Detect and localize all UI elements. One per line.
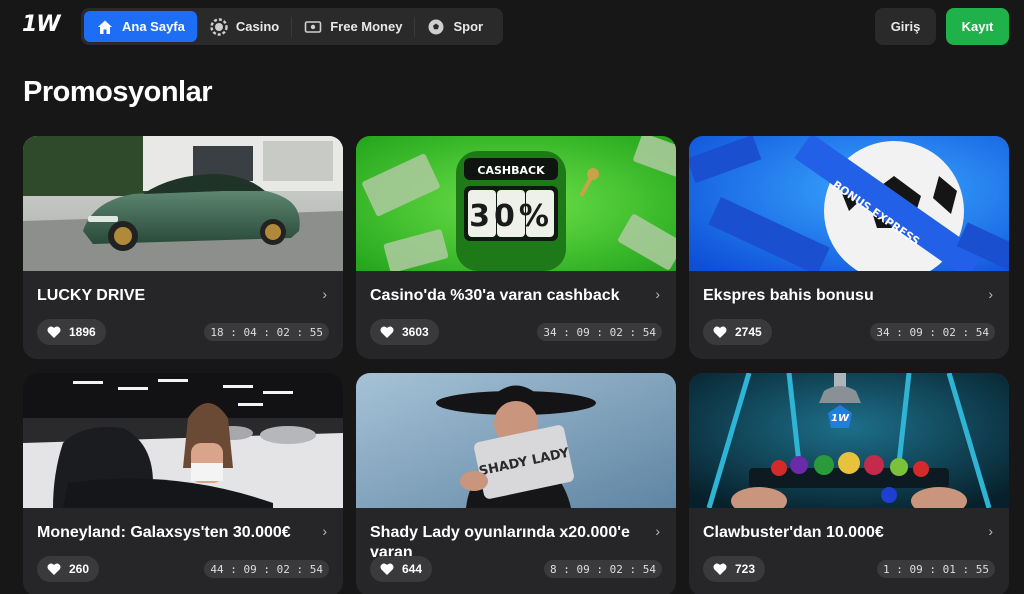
- cashback-label: CASHBACK: [477, 164, 545, 177]
- chevron-right-icon: ›: [322, 286, 327, 302]
- cashback-percent: 30%: [469, 199, 553, 234]
- promo-image-soccer-ball: BONUS EXPRESS: [689, 136, 1009, 271]
- home-icon: [96, 18, 114, 36]
- like-count: 723: [735, 562, 756, 576]
- like-button[interactable]: 1896: [37, 319, 106, 345]
- top-header: 1W Ana Sayfa Casino Free Money Spor Giri…: [0, 0, 1024, 52]
- promo-card-shady-lady[interactable]: SHADY LADY Shady Lady oyunlarında x20.00…: [356, 373, 676, 594]
- promo-image-cashback-slot: CASHBACK 30%: [356, 136, 676, 271]
- promo-card-express-bonus[interactable]: BONUS EXPRESS Ekspres bahis bonusu › 274…: [689, 136, 1009, 359]
- like-count: 2745: [735, 325, 762, 339]
- login-button[interactable]: Giriş: [875, 8, 936, 45]
- promo-card-clawbuster[interactable]: 1W Clawbuster'dan 10.000€ › 723 1 : 09 :…: [689, 373, 1009, 594]
- nav-item-home[interactable]: Ana Sayfa: [84, 11, 197, 42]
- countdown-timer: 34 : 09 : 02 : 54: [870, 323, 995, 341]
- like-button[interactable]: 723: [703, 556, 766, 582]
- like-button[interactable]: 2745: [703, 319, 772, 345]
- promo-card-cashback[interactable]: CASHBACK 30% Casino'da %30'a varan cashb…: [356, 136, 676, 359]
- promo-title: Clawbuster'dan 10.000€: [703, 524, 884, 541]
- promo-title: Casino'da %30'a varan cashback: [370, 287, 620, 304]
- promo-image-bumper-cars: [23, 373, 343, 508]
- promo-image-claw-machine: 1W: [689, 373, 1009, 508]
- chevron-right-icon: ›: [655, 523, 660, 539]
- promo-card-lucky-drive[interactable]: LUCKY DRIVE › 1896 18 : 04 : 02 : 55: [23, 136, 343, 359]
- chevron-right-icon: ›: [322, 523, 327, 539]
- countdown-timer: 44 : 09 : 02 : 54: [204, 560, 329, 578]
- main-nav: Ana Sayfa Casino Free Money Spor: [81, 8, 503, 45]
- promo-title: Moneyland: Galaxsys'ten 30.000€: [37, 524, 291, 541]
- nav-label-home: Ana Sayfa: [122, 19, 185, 34]
- chip-icon: [210, 17, 228, 36]
- money-icon: [304, 18, 322, 36]
- heart-icon: [47, 563, 61, 575]
- heart-icon: [713, 326, 727, 338]
- like-count: 644: [402, 562, 423, 576]
- countdown-timer: 8 : 09 : 02 : 54: [544, 560, 662, 578]
- countdown-timer: 18 : 04 : 02 : 55: [204, 323, 329, 341]
- brand-logo[interactable]: 1W: [22, 12, 61, 37]
- page-title: Promosyonlar: [23, 76, 213, 108]
- promo-title: Ekspres bahis bonusu: [703, 287, 874, 304]
- heart-icon: [713, 563, 727, 575]
- register-button[interactable]: Kayıt: [946, 8, 1009, 45]
- promo-image-car: [23, 136, 343, 271]
- soccer-ball-icon: [427, 18, 445, 36]
- promo-card-moneyland[interactable]: Moneyland: Galaxsys'ten 30.000€ › 260 44…: [23, 373, 343, 594]
- nav-label-free-money: Free Money: [330, 19, 403, 34]
- like-count: 260: [69, 562, 90, 576]
- promo-grid: LUCKY DRIVE › 1896 18 : 04 : 02 : 55 CAS…: [23, 136, 1009, 594]
- nav-item-casino[interactable]: Casino: [198, 11, 291, 42]
- like-count: 1896: [69, 325, 96, 339]
- nav-label-casino: Casino: [235, 19, 280, 34]
- nav-item-free-money[interactable]: Free Money: [292, 11, 414, 42]
- like-button[interactable]: 644: [370, 556, 433, 582]
- chevron-right-icon: ›: [655, 286, 660, 302]
- like-count: 3603: [402, 325, 429, 339]
- promo-image-shady-lady: SHADY LADY: [356, 373, 676, 508]
- chevron-right-icon: ›: [988, 523, 993, 539]
- svg-text:1W: 1W: [831, 413, 850, 424]
- countdown-timer: 34 : 09 : 02 : 54: [537, 323, 662, 341]
- like-button[interactable]: 3603: [370, 319, 439, 345]
- like-button[interactable]: 260: [37, 556, 100, 582]
- countdown-timer: 1 : 09 : 01 : 55: [877, 560, 995, 578]
- nav-label-sport: Spor: [453, 19, 484, 34]
- nav-item-sport[interactable]: Spor: [415, 11, 495, 42]
- heart-icon: [380, 563, 394, 575]
- promo-title: LUCKY DRIVE: [37, 287, 146, 304]
- heart-icon: [47, 326, 61, 338]
- heart-icon: [380, 326, 394, 338]
- chevron-right-icon: ›: [988, 286, 993, 302]
